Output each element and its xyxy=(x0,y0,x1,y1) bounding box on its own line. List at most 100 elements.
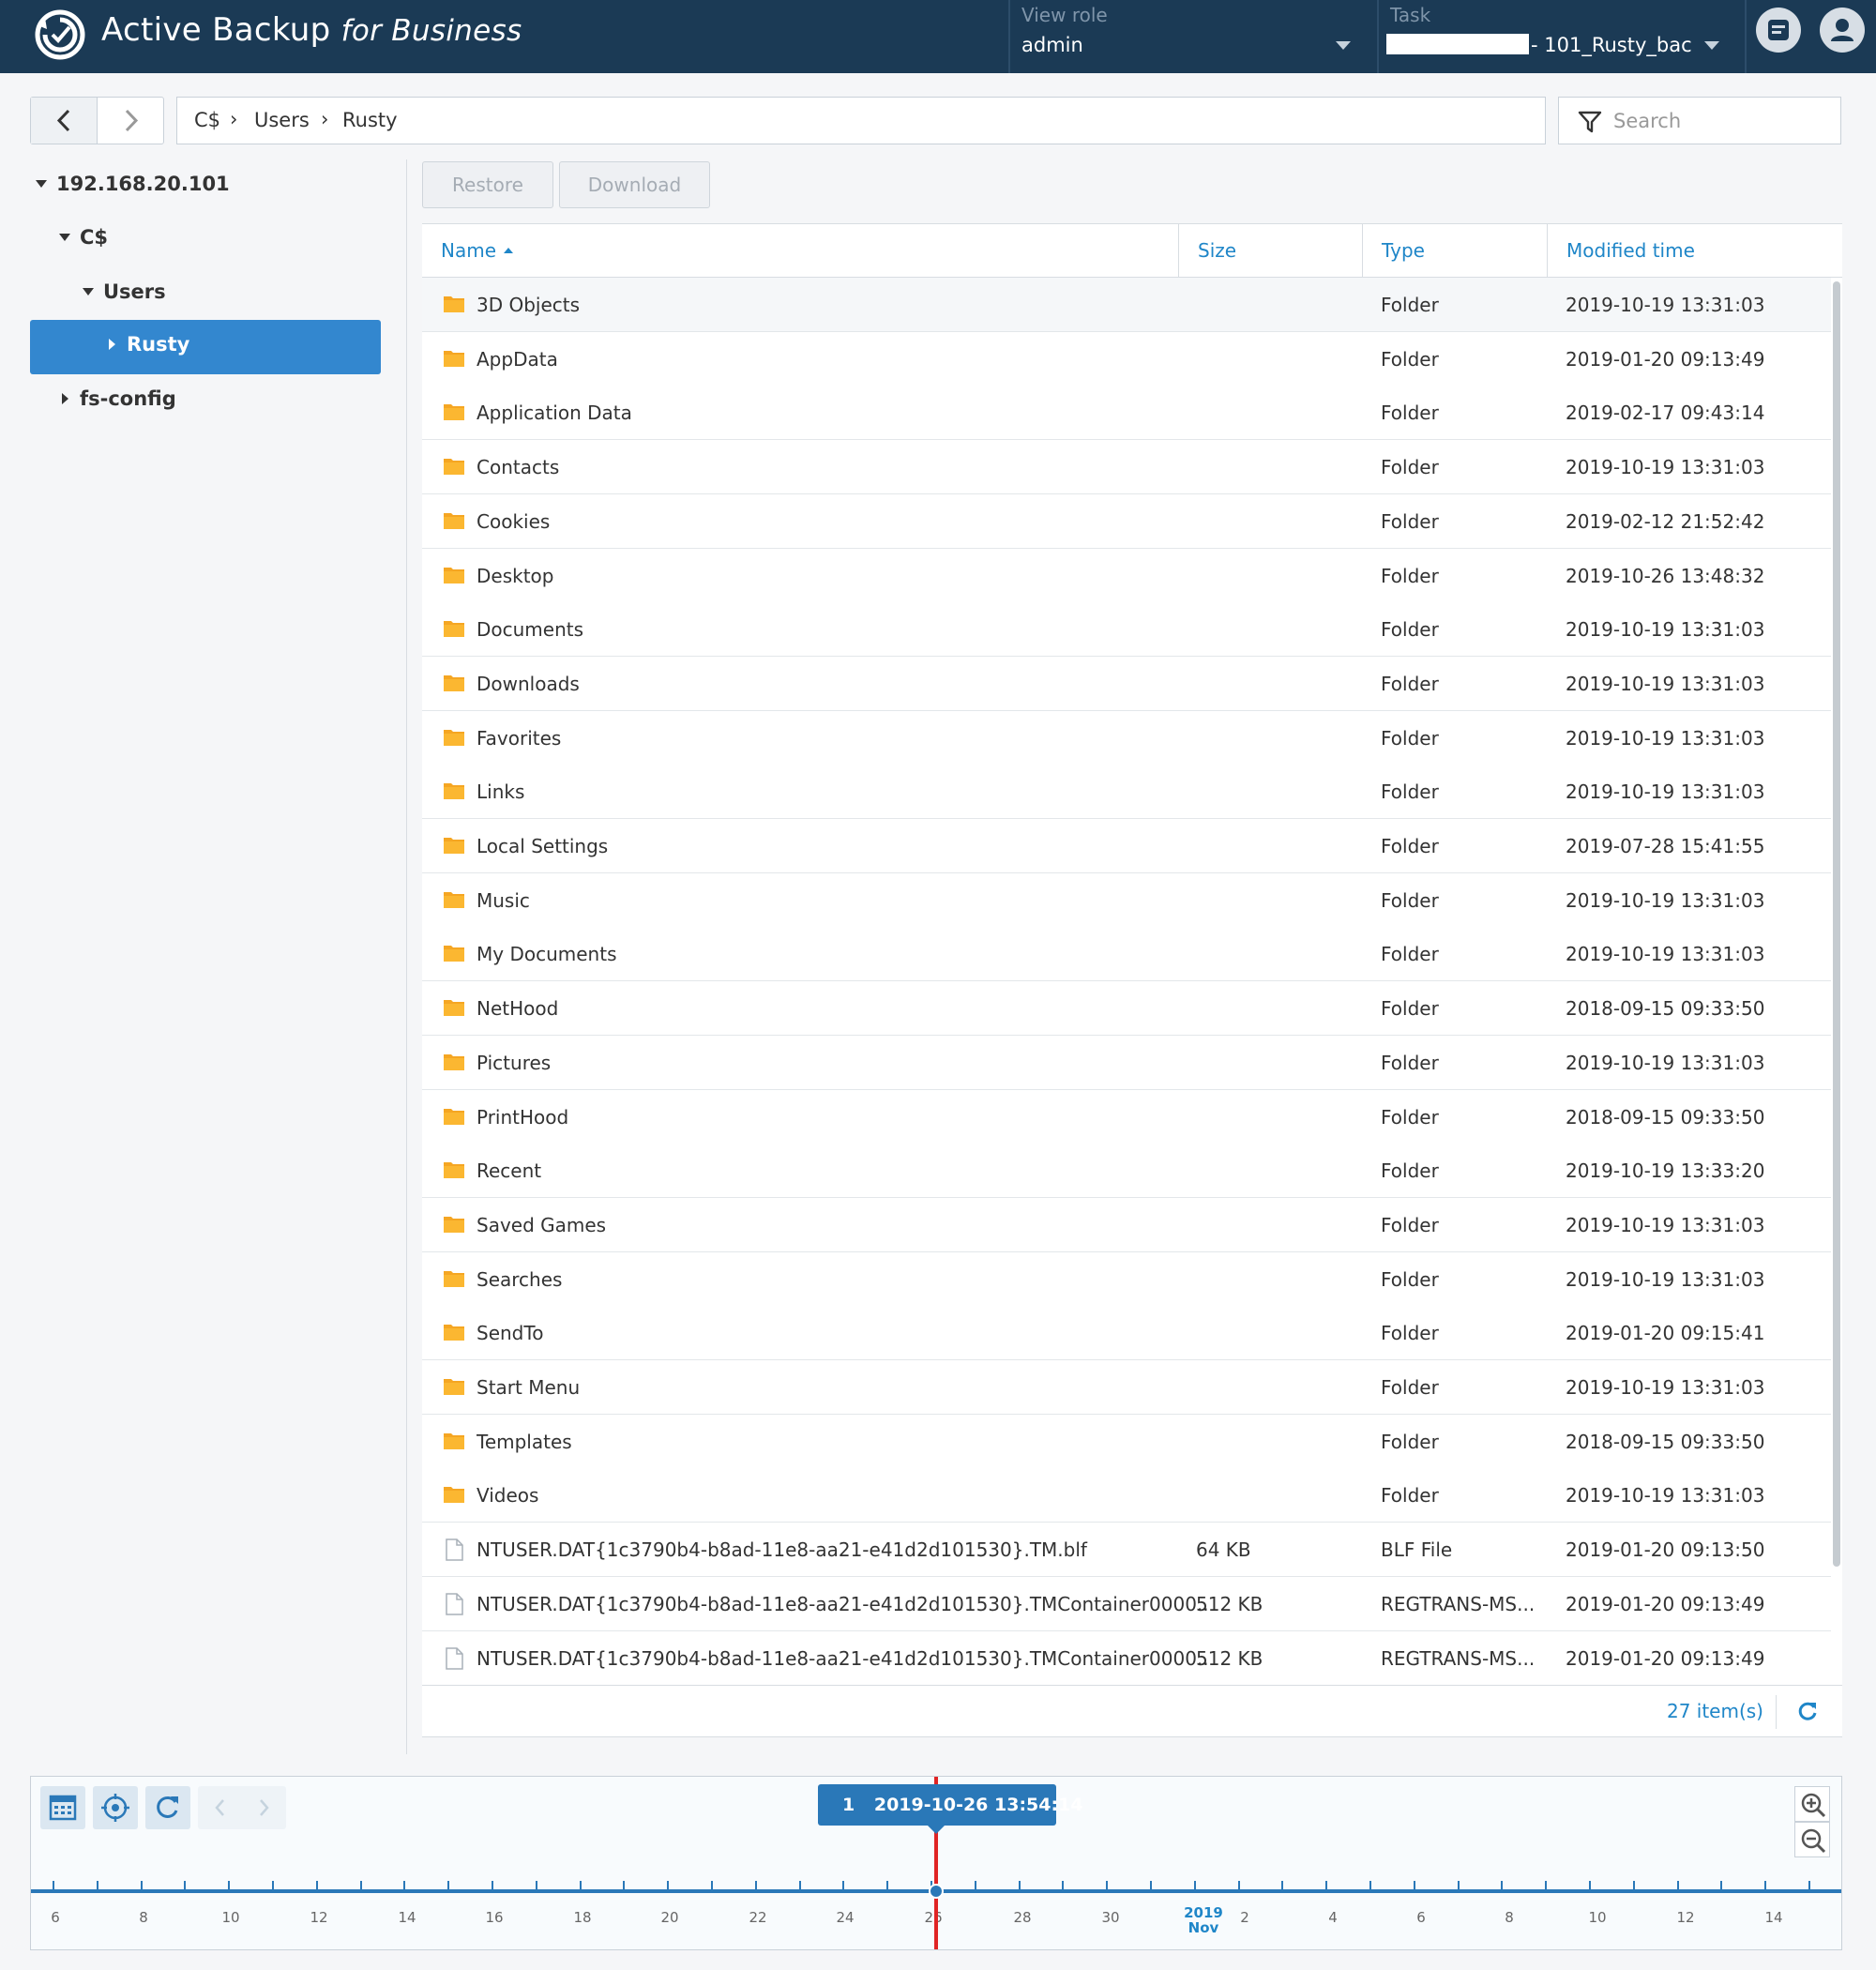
timeline-tick xyxy=(1545,1881,1548,1890)
download-button[interactable]: Download xyxy=(559,161,710,208)
pane-divider[interactable] xyxy=(406,159,407,1754)
cell-name: Downloads xyxy=(477,672,580,695)
column-header-name[interactable]: Name xyxy=(422,224,1178,278)
timeline-refresh-button[interactable] xyxy=(145,1786,190,1829)
cell-name: Cookies xyxy=(477,509,551,533)
cell-modified: 2019-10-19 13:31:03 xyxy=(1566,943,1765,966)
table-row[interactable]: Start Menu Folder 2019-10-19 13:31:03 xyxy=(422,1360,1831,1415)
table-row[interactable]: Saved Games Folder 2019-10-19 13:31:03 xyxy=(422,1197,1831,1252)
table-row[interactable]: Favorites Folder 2019-10-19 13:31:03 xyxy=(422,710,1831,765)
chevron-left-icon[interactable] xyxy=(198,1786,242,1829)
cell-name: 3D Objects xyxy=(477,294,581,316)
table-row[interactable]: Recent Folder 2019-10-19 13:33:20 xyxy=(422,1144,1831,1199)
chevron-right-icon[interactable] xyxy=(242,1786,286,1829)
messages-button[interactable] xyxy=(1756,8,1801,53)
chevron-down-icon xyxy=(1336,41,1351,50)
tree-node-rusty[interactable]: Rusty xyxy=(30,320,381,374)
table-row[interactable]: Contacts Folder 2019-10-19 13:31:03 xyxy=(422,440,1831,495)
table-row[interactable]: NTUSER.DAT{1c3790b4-b8ad-11e8-aa21-e41d2… xyxy=(422,1576,1831,1631)
cell-type: Folder xyxy=(1381,294,1439,316)
tree-node-share[interactable]: C$ xyxy=(30,213,381,267)
breadcrumb-item[interactable]: Users xyxy=(254,109,310,131)
timeline-tick xyxy=(623,1881,626,1890)
table-row[interactable]: Videos Folder 2019-10-19 13:31:03 xyxy=(422,1468,1831,1523)
table-row[interactable]: AppData Folder 2019-01-20 09:13:49 xyxy=(422,331,1831,386)
back-button[interactable] xyxy=(31,98,98,144)
table-row[interactable]: Links Folder 2019-10-19 13:31:03 xyxy=(422,765,1831,820)
folder-icon xyxy=(443,780,465,805)
cell-name: PrintHood xyxy=(477,1105,569,1129)
timeline-tick xyxy=(535,1881,537,1890)
cell-type: Folder xyxy=(1381,780,1439,804)
locate-current-button[interactable] xyxy=(93,1786,138,1829)
folder-icon xyxy=(443,402,465,426)
cell-modified: 2019-10-19 13:31:03 xyxy=(1566,618,1765,642)
timeline-tick xyxy=(1150,1881,1152,1890)
table-row[interactable]: Music Folder 2019-10-19 13:31:03 xyxy=(422,872,1831,928)
timeline-tick xyxy=(1325,1881,1328,1890)
timeline-tick xyxy=(1413,1881,1415,1890)
cell-name: Local Settings xyxy=(477,835,609,857)
tree-node-fs-config[interactable]: fs-config xyxy=(30,374,381,429)
timeline-tick xyxy=(798,1881,801,1890)
tree-node-users[interactable]: Users xyxy=(30,267,381,322)
column-header-type[interactable]: Type xyxy=(1362,224,1547,278)
breadcrumb-item[interactable]: Rusty xyxy=(342,109,398,131)
refresh-icon[interactable] xyxy=(1795,1699,1820,1723)
table-row[interactable]: NTUSER.DAT{1c3790b4-b8ad-11e8-aa21-e41d2… xyxy=(422,1523,1831,1578)
timeline-tick xyxy=(1281,1881,1284,1890)
calendar-button[interactable] xyxy=(40,1786,85,1829)
timeline-tick xyxy=(1457,1881,1460,1890)
cell-type: Folder xyxy=(1381,1159,1439,1183)
search-input[interactable]: Search xyxy=(1558,97,1841,144)
zoom-out-button[interactable] xyxy=(1794,1822,1830,1857)
timeline-tick xyxy=(184,1881,187,1890)
cell-type: Folder xyxy=(1381,1051,1439,1074)
timeline-tick-label: 2 xyxy=(1240,1909,1249,1926)
table-row[interactable]: Downloads Folder 2019-10-19 13:31:03 xyxy=(422,656,1831,711)
table-row[interactable]: Local Settings Folder 2019-07-28 15:41:55 xyxy=(422,819,1831,873)
cell-type: Folder xyxy=(1381,943,1439,966)
folder-icon xyxy=(443,1106,465,1130)
task-select[interactable]: - 101_Rusty_bac xyxy=(1379,28,1745,66)
table-row[interactable]: Pictures Folder 2019-10-19 13:31:03 xyxy=(422,1035,1831,1090)
cell-name: Application Data xyxy=(477,402,632,425)
table-row[interactable]: Searches Folder 2019-10-19 13:31:03 xyxy=(422,1251,1831,1307)
zoom-in-button[interactable] xyxy=(1794,1786,1830,1822)
table-row[interactable]: My Documents Folder 2019-10-19 13:31:03 xyxy=(422,927,1831,982)
table-row[interactable]: NetHood Folder 2018-09-15 09:33:50 xyxy=(422,981,1831,1037)
table-row[interactable]: 3D Objects Folder 2019-10-19 13:31:03 xyxy=(422,278,1831,332)
table-row[interactable]: PrintHood Folder 2018-09-15 09:33:50 xyxy=(422,1089,1831,1144)
cell-type: REGTRANS-MS... xyxy=(1381,1592,1536,1615)
cell-modified: 2019-01-20 09:15:41 xyxy=(1566,1322,1765,1345)
breadcrumb-item[interactable]: C$ xyxy=(194,109,220,131)
timeline-tick xyxy=(228,1881,231,1890)
column-header-modified[interactable]: Modified time xyxy=(1547,224,1842,278)
folder-icon xyxy=(443,348,465,372)
cell-name: Start Menu xyxy=(477,1376,581,1399)
timeline-version-marker[interactable] xyxy=(929,1884,944,1899)
chevron-right-icon xyxy=(125,109,139,132)
restore-button[interactable]: Restore xyxy=(422,161,553,208)
column-header-size[interactable]: Size xyxy=(1178,224,1362,278)
caret-right-icon xyxy=(109,339,115,350)
tree-node-host[interactable]: 192.168.20.101 xyxy=(30,159,381,214)
folder-icon xyxy=(443,618,465,643)
cell-name: Templates xyxy=(477,1430,572,1453)
table-row[interactable]: Desktop Folder 2019-10-26 13:48:32 xyxy=(422,548,1831,603)
timeline-tick xyxy=(1589,1881,1591,1890)
chevron-right-icon: › xyxy=(321,108,329,130)
timeline-tick xyxy=(492,1881,493,1890)
table-row[interactable]: Documents Folder 2019-10-19 13:31:03 xyxy=(422,602,1831,658)
forward-button[interactable] xyxy=(98,98,164,144)
table-row[interactable]: NTUSER.DAT{1c3790b4-b8ad-11e8-aa21-e41d2… xyxy=(422,1630,1831,1685)
timeline-tick-label: 28 xyxy=(1013,1909,1032,1926)
scrollbar-thumb[interactable] xyxy=(1833,281,1840,1567)
table-row[interactable]: Templates Folder 2018-09-15 09:33:50 xyxy=(422,1414,1831,1469)
tree-node-label: C$ xyxy=(80,226,109,249)
table-row[interactable]: Application Data Folder 2019-02-17 09:43:1… xyxy=(422,386,1831,441)
user-account-button[interactable] xyxy=(1820,8,1865,53)
view-role-select[interactable]: admin xyxy=(1010,28,1376,66)
table-row[interactable]: Cookies Folder 2019-02-12 21:52:42 xyxy=(422,493,1831,549)
table-row[interactable]: SendTo Folder 2019-01-20 09:15:41 xyxy=(422,1306,1831,1361)
